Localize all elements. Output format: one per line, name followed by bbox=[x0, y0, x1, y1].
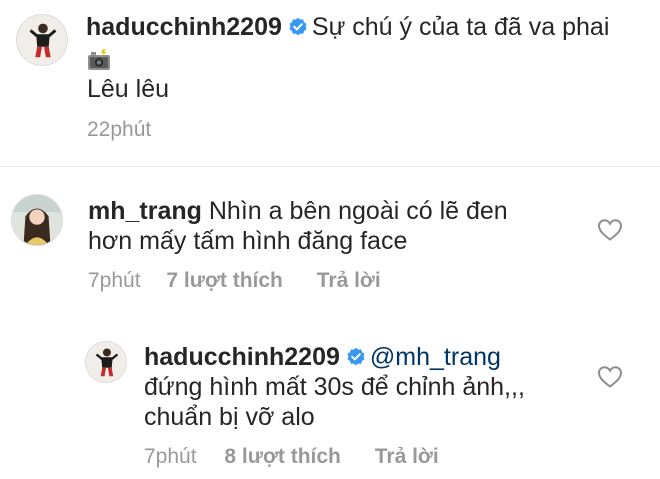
reply-timestamp: 7phút bbox=[144, 445, 197, 468]
verified-badge-icon bbox=[289, 17, 307, 36]
reply-mention-link[interactable]: @mh_trang bbox=[370, 343, 501, 371]
comment-text-line1: Nhìn a bên ngoài có lẽ đen bbox=[208, 197, 508, 225]
caption-timestamp: 22phút bbox=[87, 118, 152, 141]
reply-text-line2: chuẩn bị vỡ alo bbox=[144, 403, 315, 431]
verified-badge-icon bbox=[347, 347, 365, 366]
profile-photo-icon bbox=[17, 15, 67, 65]
comment-likes-link[interactable]: 7 lượt thích bbox=[166, 269, 282, 292]
avatar[interactable] bbox=[85, 341, 127, 383]
like-heart-icon[interactable] bbox=[597, 365, 623, 389]
profile-photo-icon bbox=[86, 342, 126, 382]
comment-first-line: mh_trang Nhìn a bên ngoài có lẽ đen bbox=[88, 196, 508, 226]
caption-block: haducchinh2209 Sự chú ý của ta đã va phai… bbox=[0, 0, 660, 160]
like-heart-icon[interactable] bbox=[597, 218, 623, 242]
avatar[interactable] bbox=[11, 194, 63, 246]
caption-text-line2: Lêu lêu bbox=[87, 75, 170, 103]
divider bbox=[0, 166, 660, 167]
camera-with-flash-icon bbox=[88, 49, 110, 70]
reply-reply-button[interactable]: Trả lời bbox=[375, 445, 439, 468]
caption-text-line1: Sự chú ý của ta đã va phai bbox=[311, 13, 610, 41]
reply-first-line: haducchinh2209 @mh_trang bbox=[144, 342, 501, 372]
caption-first-line: haducchinh2209 Sự chú ý của ta đã va phai bbox=[86, 12, 609, 42]
reply-meta-row: 7phút 8 lượt thích Trả lời bbox=[144, 444, 439, 470]
comment-timestamp: 7phút bbox=[88, 269, 141, 292]
reply-likes-link[interactable]: 8 lượt thích bbox=[224, 445, 340, 468]
comment-reply-button[interactable]: Trả lời bbox=[317, 269, 381, 292]
comment-item: mh_trang Nhìn a bên ngoài có lẽ đen hơn … bbox=[0, 168, 660, 308]
reply-item: haducchinh2209 @mh_trang đứng hình mất 30… bbox=[0, 330, 660, 479]
comment-username[interactable]: mh_trang bbox=[88, 197, 202, 225]
profile-photo-icon bbox=[12, 195, 62, 245]
reply-text-line1: đứng hình mất 30s để chỉnh ảnh,,, bbox=[144, 373, 525, 401]
comment-meta-row: 7phút 7 lượt thích Trả lời bbox=[88, 268, 381, 294]
comment-text-line2: hơn mấy tấm hình đăng face bbox=[88, 227, 408, 255]
reply-username[interactable]: haducchinh2209 bbox=[144, 343, 340, 371]
caption-username[interactable]: haducchinh2209 bbox=[86, 13, 282, 41]
avatar[interactable] bbox=[16, 14, 68, 66]
